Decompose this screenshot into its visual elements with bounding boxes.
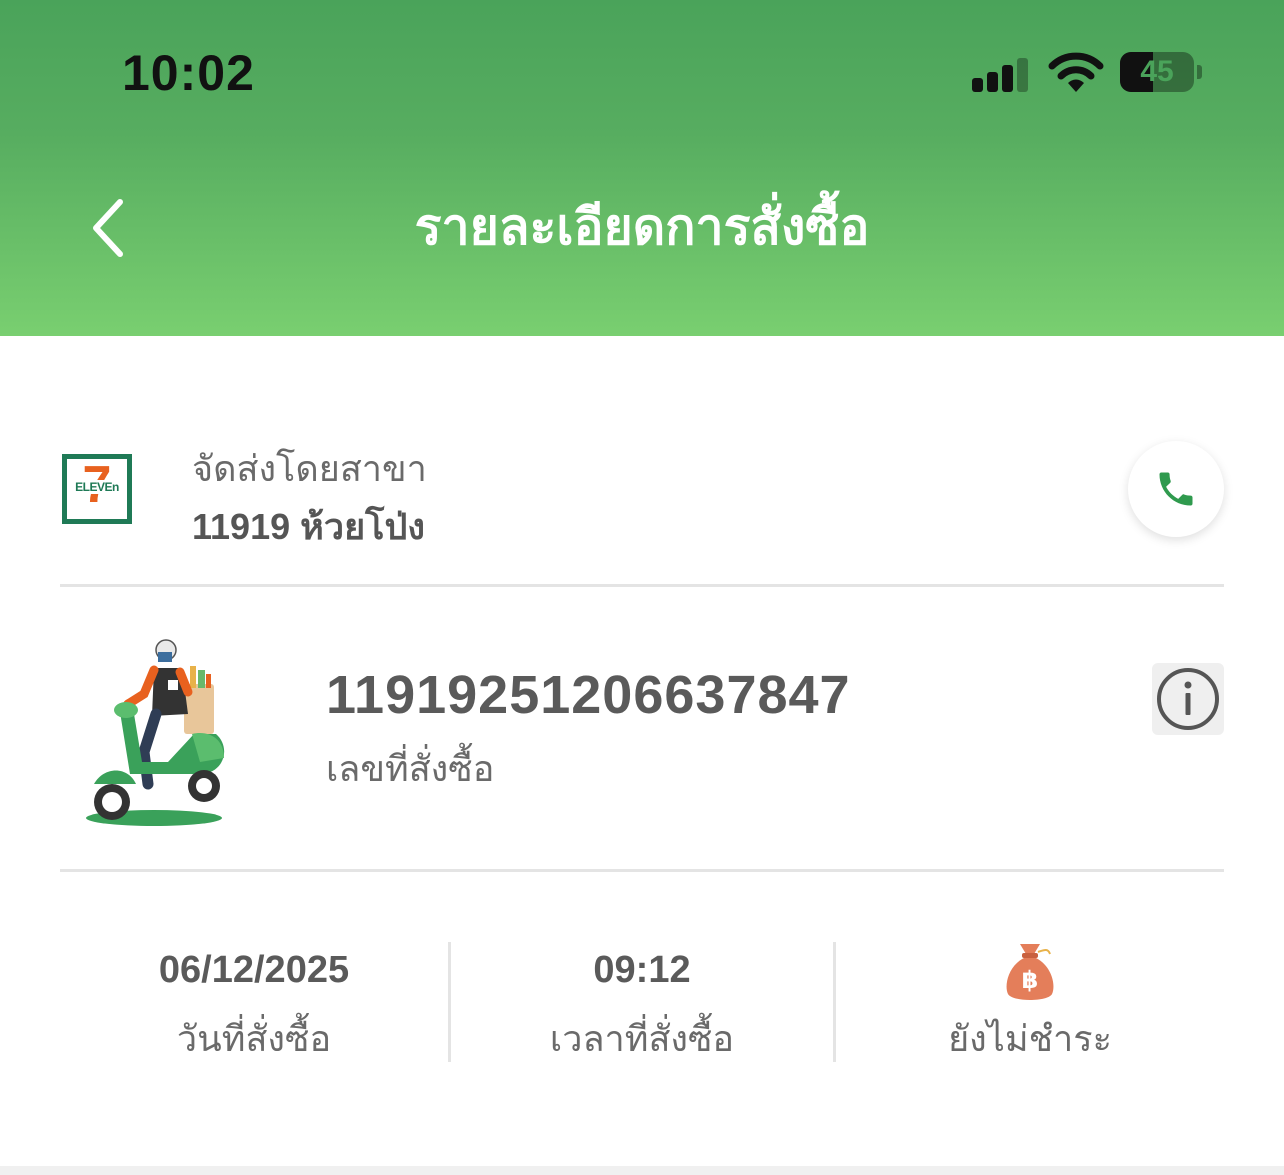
logo-eleven: ELEVEn <box>67 480 127 494</box>
delivery-rider-illustration <box>86 639 225 826</box>
phone-icon <box>1159 472 1193 506</box>
order-date: 06/12/2025 <box>158 949 350 991</box>
status-time: 10:02 <box>122 45 255 101</box>
payment-status-block: ฿ ยังไม่ชำระ <box>836 940 1224 1067</box>
order-time-block: 09:12 เวลาที่สั่งซื้อ <box>451 940 833 1067</box>
battery-tip <box>1197 65 1202 79</box>
svg-text:฿: ฿ <box>1022 966 1039 994</box>
payment-icon-wrap: ฿ <box>836 940 1224 1000</box>
wifi-icon <box>1048 52 1104 92</box>
section-separator <box>0 1166 1284 1175</box>
order-time: 09:12 <box>593 949 691 991</box>
order-number: 11919251206637847 <box>326 665 851 725</box>
info-icon <box>1157 668 1219 730</box>
divider <box>60 584 1224 587</box>
cellular-signal-icon <box>972 56 1032 92</box>
order-info-button[interactable] <box>1152 663 1224 735</box>
page-title: รายละเอียดการสั่งซื้อ <box>414 199 870 255</box>
divider <box>60 869 1224 872</box>
battery-icon: 45 <box>1120 52 1194 92</box>
app-header: 10:02 45 รายละเอียดการสั่งซื้อ <box>0 0 1284 336</box>
payment-status-label: ยังไม่ชำระ <box>948 1018 1112 1059</box>
order-time-label: เวลาที่สั่งซื้อ <box>549 1018 735 1059</box>
order-date-label: วันที่สั่งซื้อ <box>176 1018 332 1059</box>
branch-label: จัดส่งโดยสาขา <box>192 448 427 489</box>
order-date-block: 06/12/2025 วันที่สั่งซื้อ <box>60 940 448 1067</box>
money-bag-icon: ฿ <box>1006 944 1054 1000</box>
order-number-label: เลขที่สั่งซื้อ <box>326 748 495 789</box>
battery-percent: 45 <box>1140 55 1174 88</box>
7-eleven-logo: 7 ELEVEn <box>62 454 132 524</box>
call-branch-button[interactable] <box>1128 441 1224 537</box>
branch-name: 11919 ห้วยโป่ง <box>192 506 425 547</box>
